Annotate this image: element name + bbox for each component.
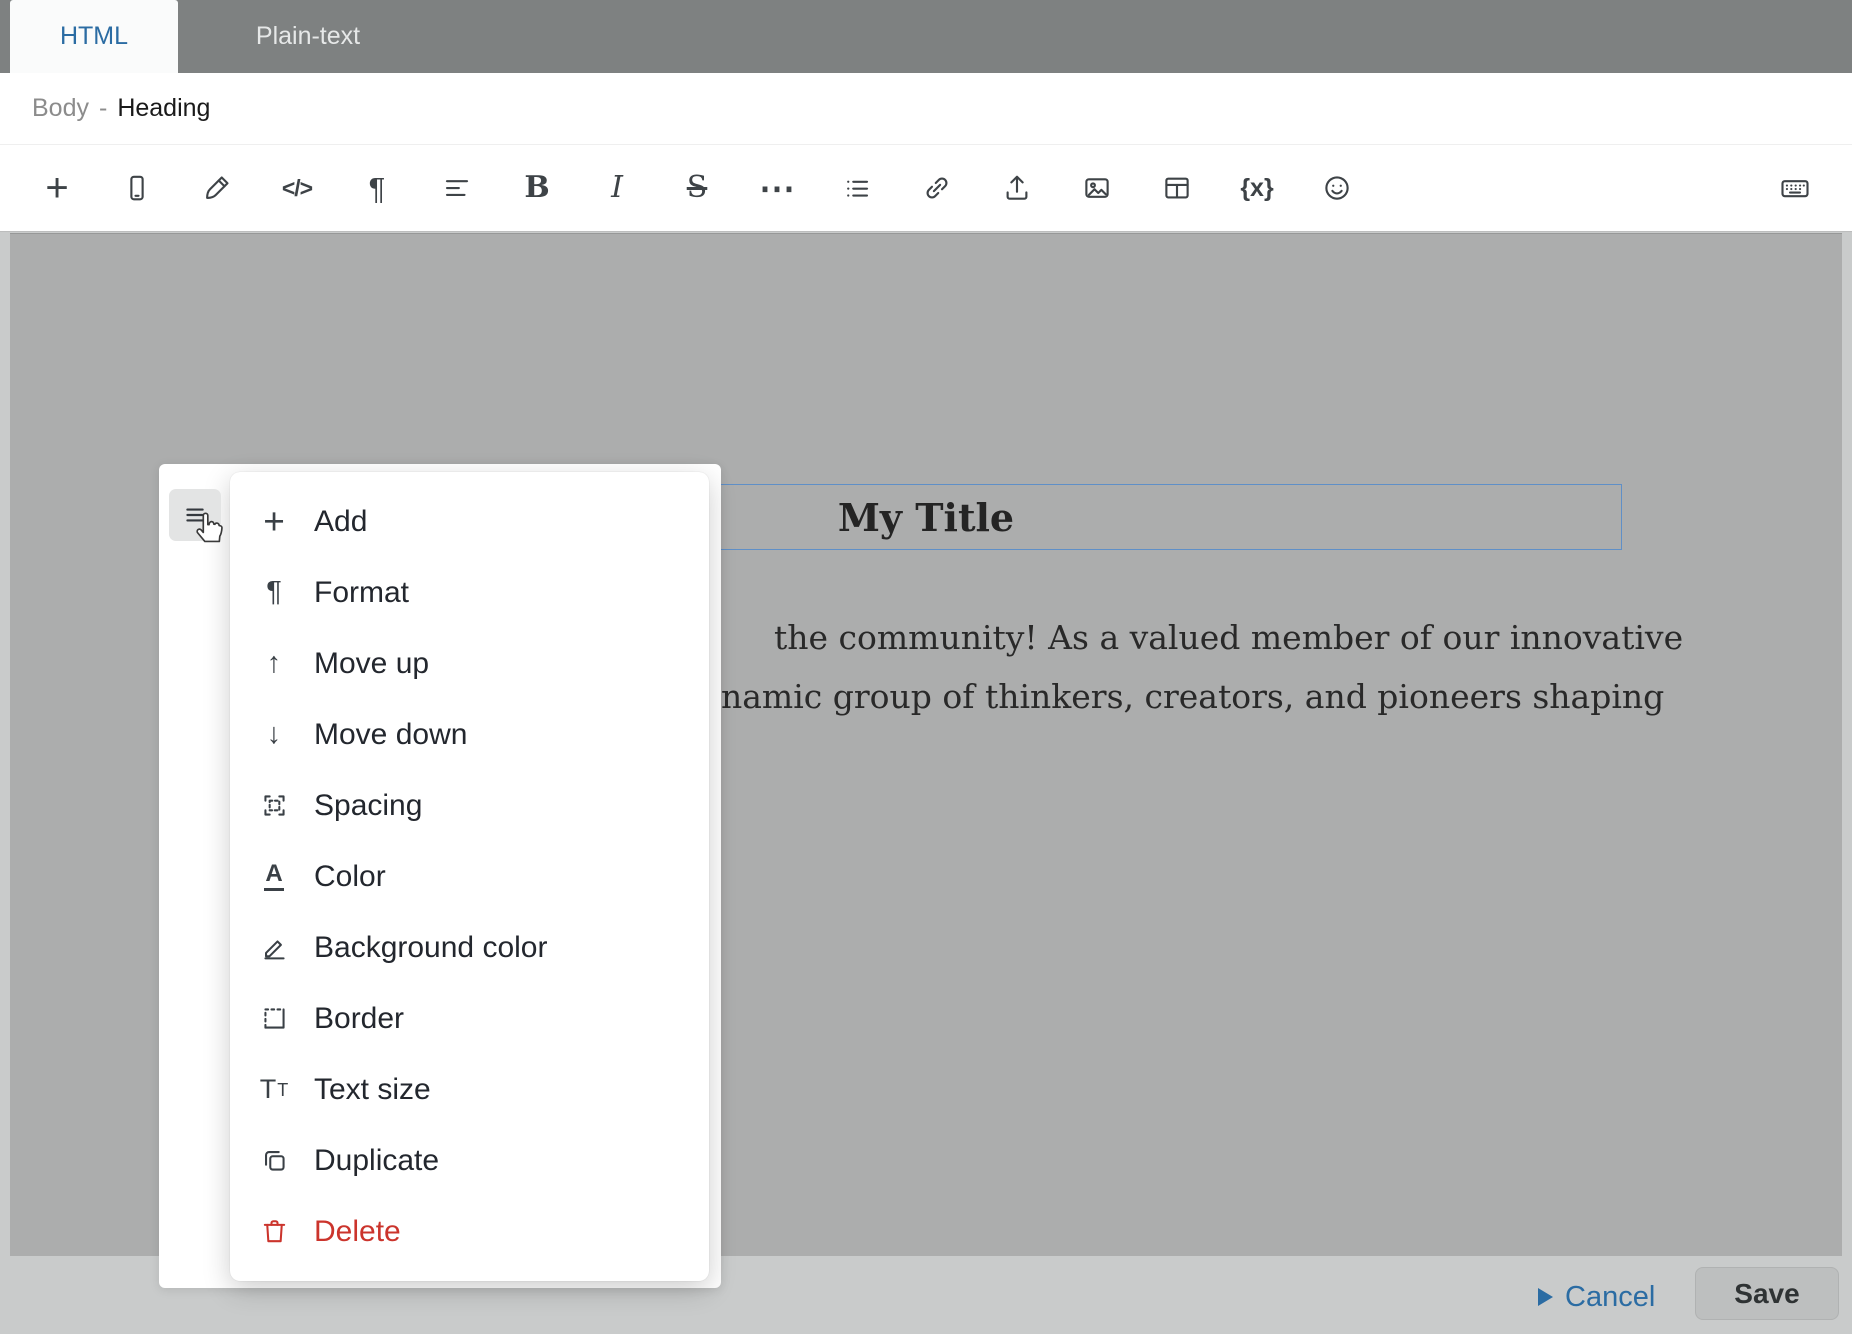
menu-item-move-down[interactable]: ↓ Move down <box>230 699 709 770</box>
cancel-label: Cancel <box>1565 1280 1656 1313</box>
breadcrumb: Body - Heading <box>0 73 1852 145</box>
paragraph-line-1[interactable]: the community! As a valued member of our… <box>774 618 1683 657</box>
duplicate-icon <box>256 1146 292 1175</box>
keyboard-icon <box>1781 180 1809 198</box>
paragraph-format-button[interactable]: ¶ <box>348 159 406 217</box>
menu-item-delete[interactable]: Delete <box>230 1196 709 1267</box>
heading-text: My Title <box>837 494 1015 540</box>
brush-button[interactable] <box>188 159 246 217</box>
link-icon <box>926 177 948 199</box>
mobile-preview-button[interactable] <box>108 159 166 217</box>
spacing-icon <box>256 791 292 820</box>
image-icon <box>1085 178 1109 198</box>
breadcrumb-heading[interactable]: Heading <box>117 94 210 123</box>
add-icon: + <box>45 166 69 210</box>
more-icon: ⋯ <box>759 167 795 208</box>
menu-item-move-up[interactable]: ↑ Move up <box>230 628 709 699</box>
menu-item-duplicate[interactable]: Duplicate <box>230 1125 709 1196</box>
paragraph-line-2[interactable]: namic group of thinkers, creators, and p… <box>721 677 1664 716</box>
merge-tags-button[interactable]: {x} <box>1228 159 1286 217</box>
block-drag-handle[interactable] <box>169 489 221 541</box>
strikethrough-button[interactable]: S <box>668 159 726 217</box>
upload-icon <box>1006 175 1028 200</box>
trash-icon <box>256 1217 292 1246</box>
source-code-icon: </> <box>281 174 313 201</box>
arrow-down-icon: ↓ <box>266 718 282 750</box>
format-pilcrow-icon: ¶ <box>266 576 282 608</box>
tab-html[interactable]: HTML <box>10 0 178 73</box>
table-button[interactable] <box>1148 159 1206 217</box>
emoji-icon <box>1325 176 1349 200</box>
bold-button[interactable]: B <box>508 159 566 217</box>
align-left-icon <box>445 180 469 196</box>
upload-button[interactable] <box>988 159 1046 217</box>
merge-tag-icon: {x} <box>1240 173 1274 202</box>
tab-html-label: HTML <box>59 22 129 50</box>
link-button[interactable] <box>908 159 966 217</box>
menu-item-spacing[interactable]: Spacing <box>230 770 709 841</box>
alignment-button[interactable] <box>428 159 486 217</box>
table-icon <box>1165 177 1189 199</box>
list-button[interactable] <box>828 159 886 217</box>
add-button[interactable]: + <box>28 159 86 217</box>
cancel-button[interactable]: Cancel <box>1538 1272 1655 1322</box>
image-button[interactable] <box>1068 159 1126 217</box>
block-context-menu: + Add ¶ Format ↑ Move up ↓ Move down Spa… <box>230 472 709 1281</box>
add-icon: + <box>263 501 285 542</box>
strikethrough-icon: S <box>686 170 708 205</box>
breadcrumb-separator: - <box>98 94 108 122</box>
menu-item-add[interactable]: + Add <box>230 486 709 557</box>
menu-item-color[interactable]: A Color <box>230 841 709 912</box>
menu-item-border[interactable]: Border <box>230 983 709 1054</box>
italic-button[interactable]: I <box>588 159 646 217</box>
border-icon <box>256 1004 292 1033</box>
italic-icon: I <box>611 170 623 205</box>
breadcrumb-body[interactable]: Body <box>32 94 89 123</box>
arrow-up-icon: ↑ <box>266 647 282 679</box>
collapse-triangle-icon <box>1538 1288 1553 1306</box>
menu-item-background-color[interactable]: Background color <box>230 912 709 983</box>
source-code-button[interactable]: </> <box>268 159 326 217</box>
bold-icon: B <box>524 170 550 205</box>
more-formats-button[interactable]: ⋯ <box>748 159 806 217</box>
save-button[interactable]: Save <box>1695 1267 1839 1320</box>
formatting-toolbar: + </> ¶ B I S ⋯ {x} <box>0 145 1852 232</box>
emoji-button[interactable] <box>1308 159 1366 217</box>
bullet-list-icon <box>847 180 869 197</box>
keyboard-shortcuts-button[interactable] <box>1766 159 1824 217</box>
menu-item-text-size[interactable]: TT Text size <box>230 1054 709 1125</box>
paintbrush-icon <box>206 176 229 199</box>
pilcrow-icon: ¶ <box>368 170 386 206</box>
save-label: Save <box>1734 1277 1800 1309</box>
editor-mode-tabbar: HTML Plain-text <box>0 0 1852 73</box>
text-color-icon: A <box>256 862 292 891</box>
background-color-icon <box>256 933 292 962</box>
drag-handle-icon <box>186 508 204 522</box>
tab-plain-text-label: Plain-text <box>255 22 361 50</box>
text-size-icon: TT <box>259 1074 289 1104</box>
tab-plain-text[interactable]: Plain-text <box>223 0 393 73</box>
menu-item-format[interactable]: ¶ Format <box>230 557 709 628</box>
mobile-icon <box>130 175 144 201</box>
